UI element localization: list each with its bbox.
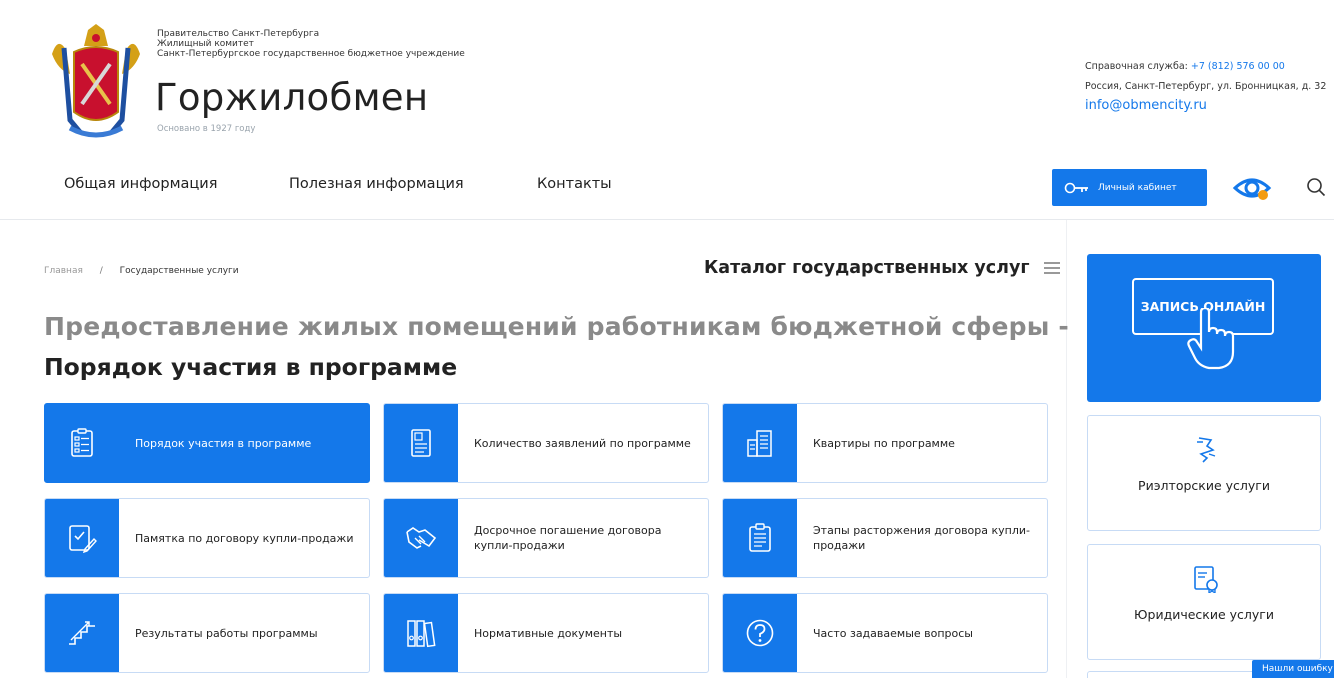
legal-services-label: Юридические услуги xyxy=(1134,607,1274,622)
tile-contract-memo[interactable]: Памятка по договору купли-продажи xyxy=(44,498,370,578)
tile-icon-box xyxy=(384,404,458,482)
gov-line-3: Санкт-Петербургское государственное бюдж… xyxy=(157,49,465,59)
tile-label: Нормативные документы xyxy=(474,626,623,640)
tile-icon-box xyxy=(384,594,458,672)
tile-termination-stages[interactable]: Этапы расторжения договора купли-продажи xyxy=(722,498,1048,578)
personal-cabinet-label: Личный кабинет xyxy=(1098,182,1177,193)
page-title-line-2: Порядок участия в программе xyxy=(44,353,458,381)
legal-doc-icon xyxy=(1194,566,1218,593)
tile-icon-box xyxy=(723,404,797,482)
personal-cabinet-button[interactable]: Личный кабинет xyxy=(1052,169,1207,206)
report-error-button[interactable]: Нашли ошибку xyxy=(1252,660,1334,678)
tile-label: Порядок участия в программе xyxy=(135,436,312,450)
tile-label: Результаты работы программы xyxy=(135,626,318,640)
tile-icon-box xyxy=(723,594,797,672)
pointing-hand-icon xyxy=(1187,308,1235,370)
brand-name[interactable]: Горжилобмен xyxy=(155,76,428,119)
nav-general-info[interactable]: Общая информация xyxy=(64,176,217,192)
catalog-label: Каталог государственных услуг xyxy=(704,258,1030,278)
contract-edit-icon xyxy=(69,525,97,553)
question-icon xyxy=(746,619,774,647)
main-nav: Общая информация Полезная информация Кон… xyxy=(0,150,1334,220)
tile-label: Часто задаваемые вопросы xyxy=(813,626,973,640)
accessibility-eye-icon[interactable] xyxy=(1232,174,1272,204)
help-label: Справочная служба: xyxy=(1085,61,1191,72)
founded-note: Основано в 1927 году xyxy=(157,124,256,134)
tile-program-results[interactable]: Результаты работы программы xyxy=(44,593,370,673)
stairs-icon xyxy=(69,621,95,645)
column-divider xyxy=(1066,220,1067,678)
tile-icon-box xyxy=(384,499,458,577)
search-icon[interactable] xyxy=(1306,177,1326,197)
site-header: Правительство Санкт-Петербурга Жилищный … xyxy=(0,0,1334,150)
gov-line-1: Правительство Санкт-Петербурга xyxy=(157,29,320,39)
tile-icon-box xyxy=(45,594,119,672)
tile-faq[interactable]: Часто задаваемые вопросы xyxy=(722,593,1048,673)
nav-contacts[interactable]: Контакты xyxy=(537,176,612,192)
coat-of-arms-logo[interactable] xyxy=(44,24,148,142)
breadcrumb-separator: / xyxy=(99,266,103,276)
online-booking-banner[interactable]: ЗАПИСЬ ОНЛАЙН xyxy=(1087,254,1321,402)
handshake-icon xyxy=(406,527,437,549)
tile-participation-order[interactable]: Порядок участия в программе xyxy=(44,403,370,483)
clipboard-list-icon xyxy=(749,523,771,552)
binders-icon xyxy=(407,620,436,648)
realtor-icon xyxy=(1197,437,1216,463)
gov-line-2: Жилищный комитет xyxy=(157,39,254,49)
checklist-icon xyxy=(71,428,93,457)
government-lines: Правительство Санкт-Петербурга Жилищный … xyxy=(157,29,465,59)
tile-label: Памятка по договору купли-продажи xyxy=(135,531,354,545)
tile-icon-box xyxy=(723,499,797,577)
document-icon xyxy=(411,429,431,457)
legal-services-card[interactable]: Юридические услуги xyxy=(1087,544,1321,660)
tile-label: Количество заявлений по программе xyxy=(474,436,691,450)
address: Россия, Санкт-Петербург, ул. Бронницкая,… xyxy=(1085,81,1327,92)
tile-early-repayment[interactable]: Досрочное погашение договора купли-прода… xyxy=(383,498,709,578)
tile-apartments[interactable]: Квартиры по программе xyxy=(722,403,1048,483)
tile-icon-box xyxy=(45,404,119,482)
tile-regulatory-docs[interactable]: Нормативные документы xyxy=(383,593,709,673)
tile-label: Квартиры по программе xyxy=(813,436,955,450)
tile-label: Досрочное погашение договора купли-прода… xyxy=(474,524,662,552)
breadcrumb: Главная / Государственные услуги xyxy=(44,266,239,276)
tile-icon-box xyxy=(45,499,119,577)
phone-link[interactable]: +7 (812) 576 00 00 xyxy=(1191,61,1285,72)
contacts-block: Справочная служба: +7 (812) 576 00 00 Ро… xyxy=(1085,57,1326,114)
key-icon xyxy=(1064,182,1088,193)
realtor-services-card[interactable]: Риэлторские услуги xyxy=(1087,415,1321,531)
page-title-line-1: Предоставление жилых помещений работника… xyxy=(44,312,1069,341)
nav-useful-info[interactable]: Полезная информация xyxy=(289,176,464,192)
hamburger-menu-icon xyxy=(1043,262,1060,274)
tile-applications-count[interactable]: Количество заявлений по программе xyxy=(383,403,709,483)
email-link[interactable]: info@obmencity.ru xyxy=(1085,98,1326,114)
tile-label: Этапы расторжения договора купли-продажи xyxy=(813,524,1030,552)
buildings-icon xyxy=(747,430,772,457)
breadcrumb-home[interactable]: Главная xyxy=(44,266,83,276)
breadcrumb-current: Государственные услуги xyxy=(119,266,239,276)
realtor-services-label: Риэлторские услуги xyxy=(1138,478,1270,493)
catalog-link[interactable]: Каталог государственных услуг xyxy=(704,258,1060,278)
